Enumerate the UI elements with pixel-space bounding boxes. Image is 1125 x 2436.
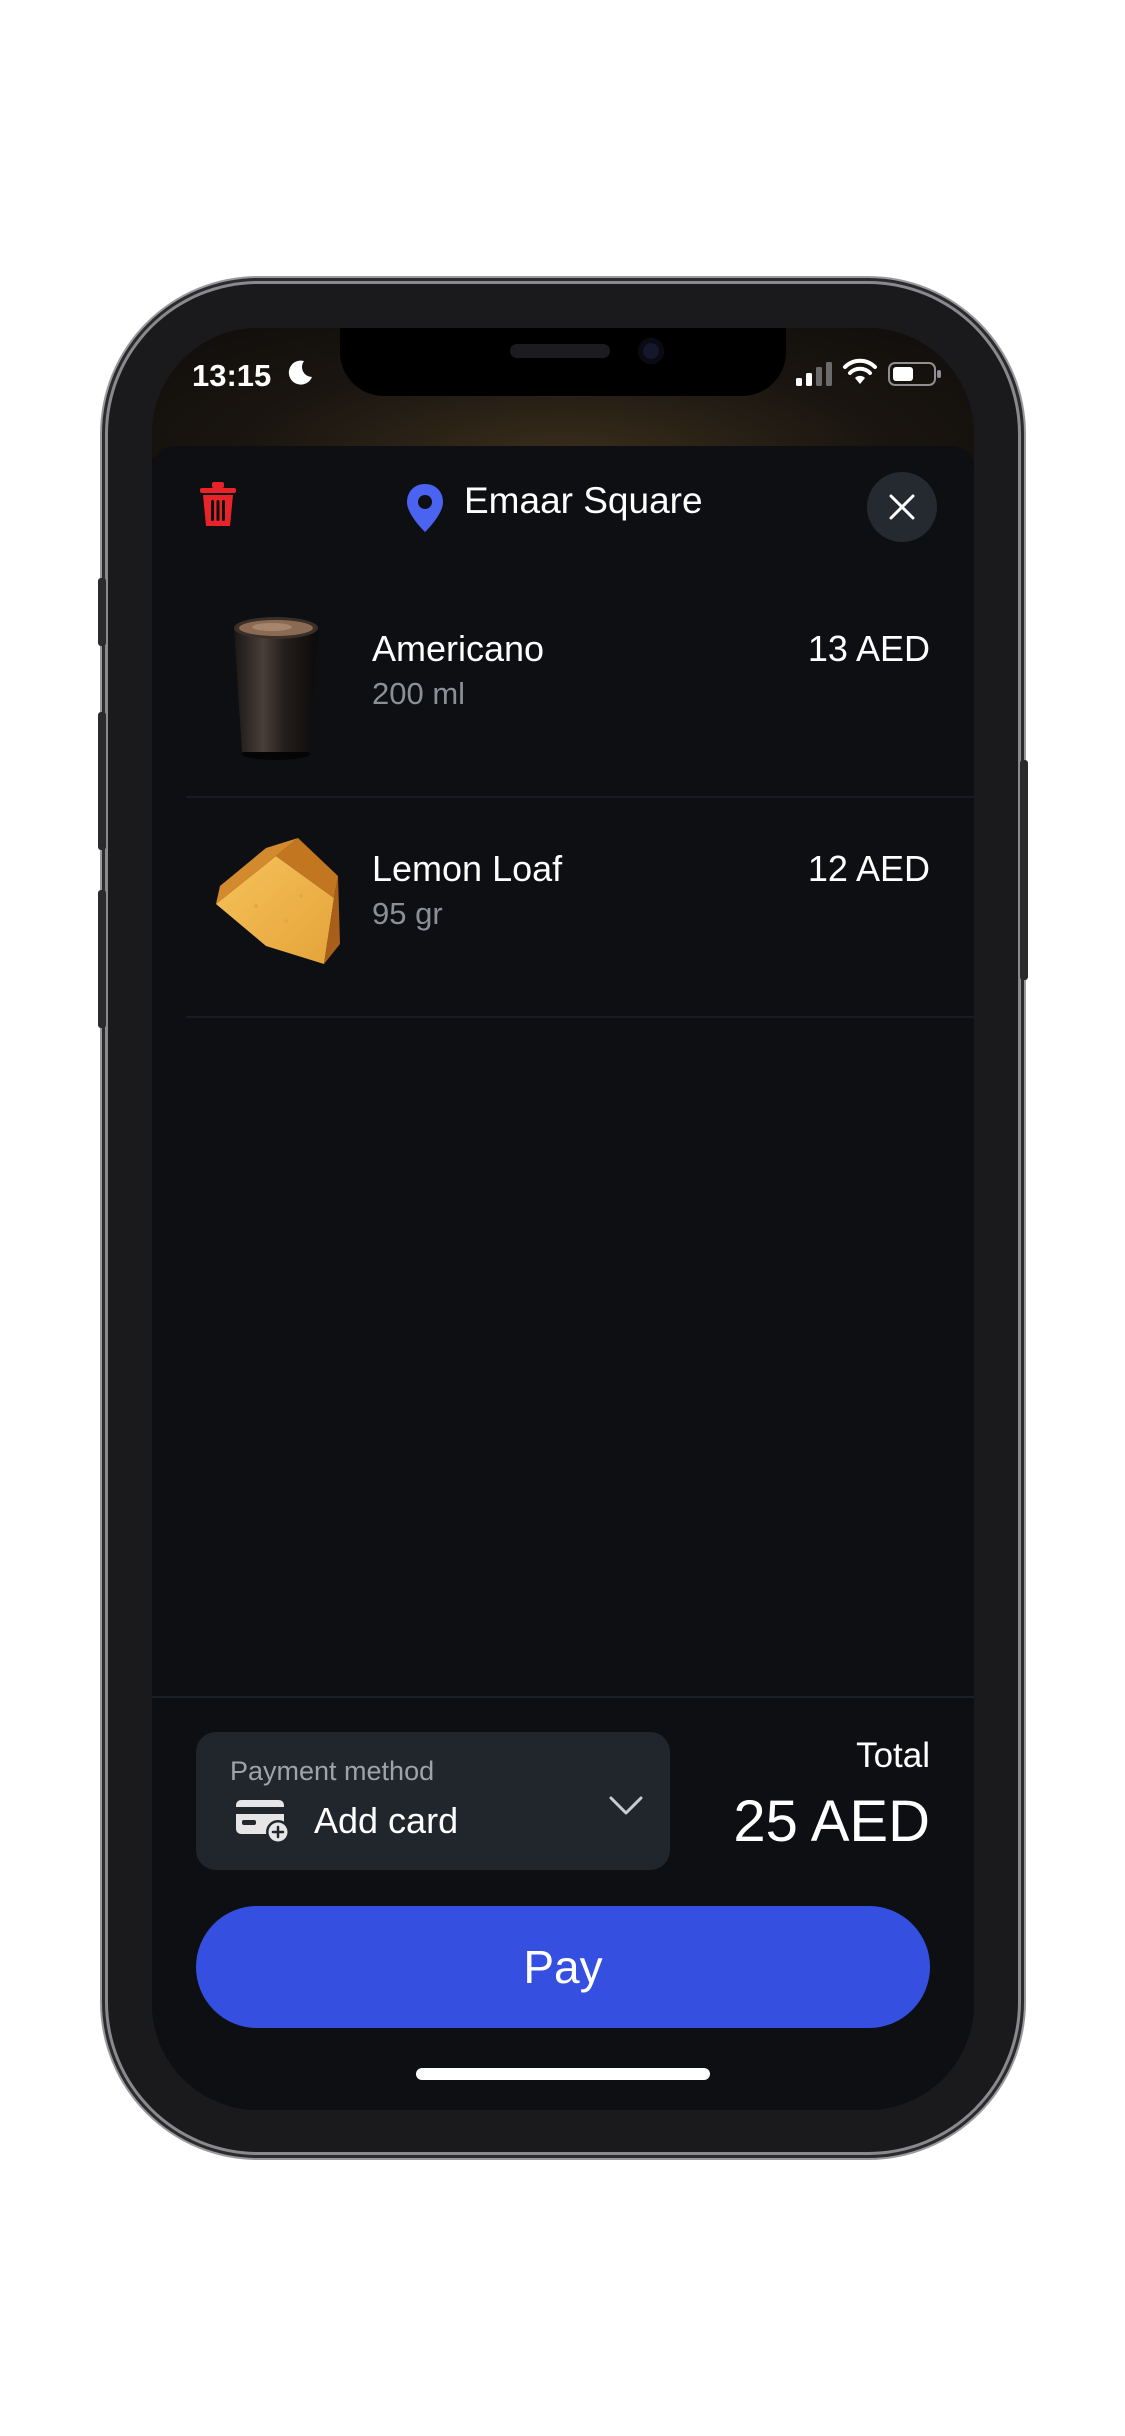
divider: [152, 1696, 974, 1698]
item-name: Lemon Loaf: [372, 848, 563, 889]
chevron-down-icon: [609, 1796, 643, 1815]
signal-icon: [796, 362, 832, 386]
close-button[interactable]: [867, 472, 937, 542]
home-indicator[interactable]: [416, 2068, 710, 2080]
screen: 13:15 Emaar Square Americano 200 ml 13 A…: [152, 328, 974, 2110]
lemon-loaf-image: [216, 838, 340, 964]
notch: [340, 328, 786, 396]
status-time: 13:15: [192, 358, 272, 393]
item-price: 12 AED: [807, 848, 930, 889]
battery-icon: [888, 362, 941, 386]
silent-switch: [98, 578, 106, 646]
speaker: [510, 344, 610, 358]
location-pin-icon: [407, 484, 443, 532]
item-name: Americano: [372, 628, 545, 669]
pay-button[interactable]: Pay: [196, 1906, 930, 2028]
total-label: Total: [856, 1736, 930, 1775]
volume-up-button: [98, 712, 106, 850]
payment-method-selector[interactable]: Payment method Add card: [196, 1732, 670, 1870]
store-name[interactable]: Emaar Square: [464, 480, 703, 522]
volume-down-button: [98, 890, 106, 1028]
trash-icon[interactable]: [198, 482, 238, 528]
total-value: 25 AED: [733, 1789, 930, 1854]
moon-icon: [288, 360, 312, 385]
power-button: [1020, 760, 1028, 980]
add-card-icon: [236, 1800, 290, 1844]
close-icon: [889, 494, 915, 520]
cart-sheet: Emaar Square Americano 200 ml 13 AED Lem…: [152, 446, 974, 2110]
item-price: 13 AED: [807, 628, 930, 669]
item-size: 95 gr: [372, 896, 443, 931]
item-size: 200 ml: [372, 676, 466, 711]
wifi-icon: [843, 358, 877, 384]
payment-method-label: Payment method: [230, 1756, 435, 1786]
cart-item[interactable]: Lemon Loaf 95 gr 12 AED: [186, 796, 974, 1018]
americano-image: [234, 617, 318, 760]
payment-method-value: Add card: [314, 1800, 459, 1841]
front-camera: [638, 338, 664, 364]
cart-item[interactable]: Americano 200 ml 13 AED: [186, 576, 974, 798]
